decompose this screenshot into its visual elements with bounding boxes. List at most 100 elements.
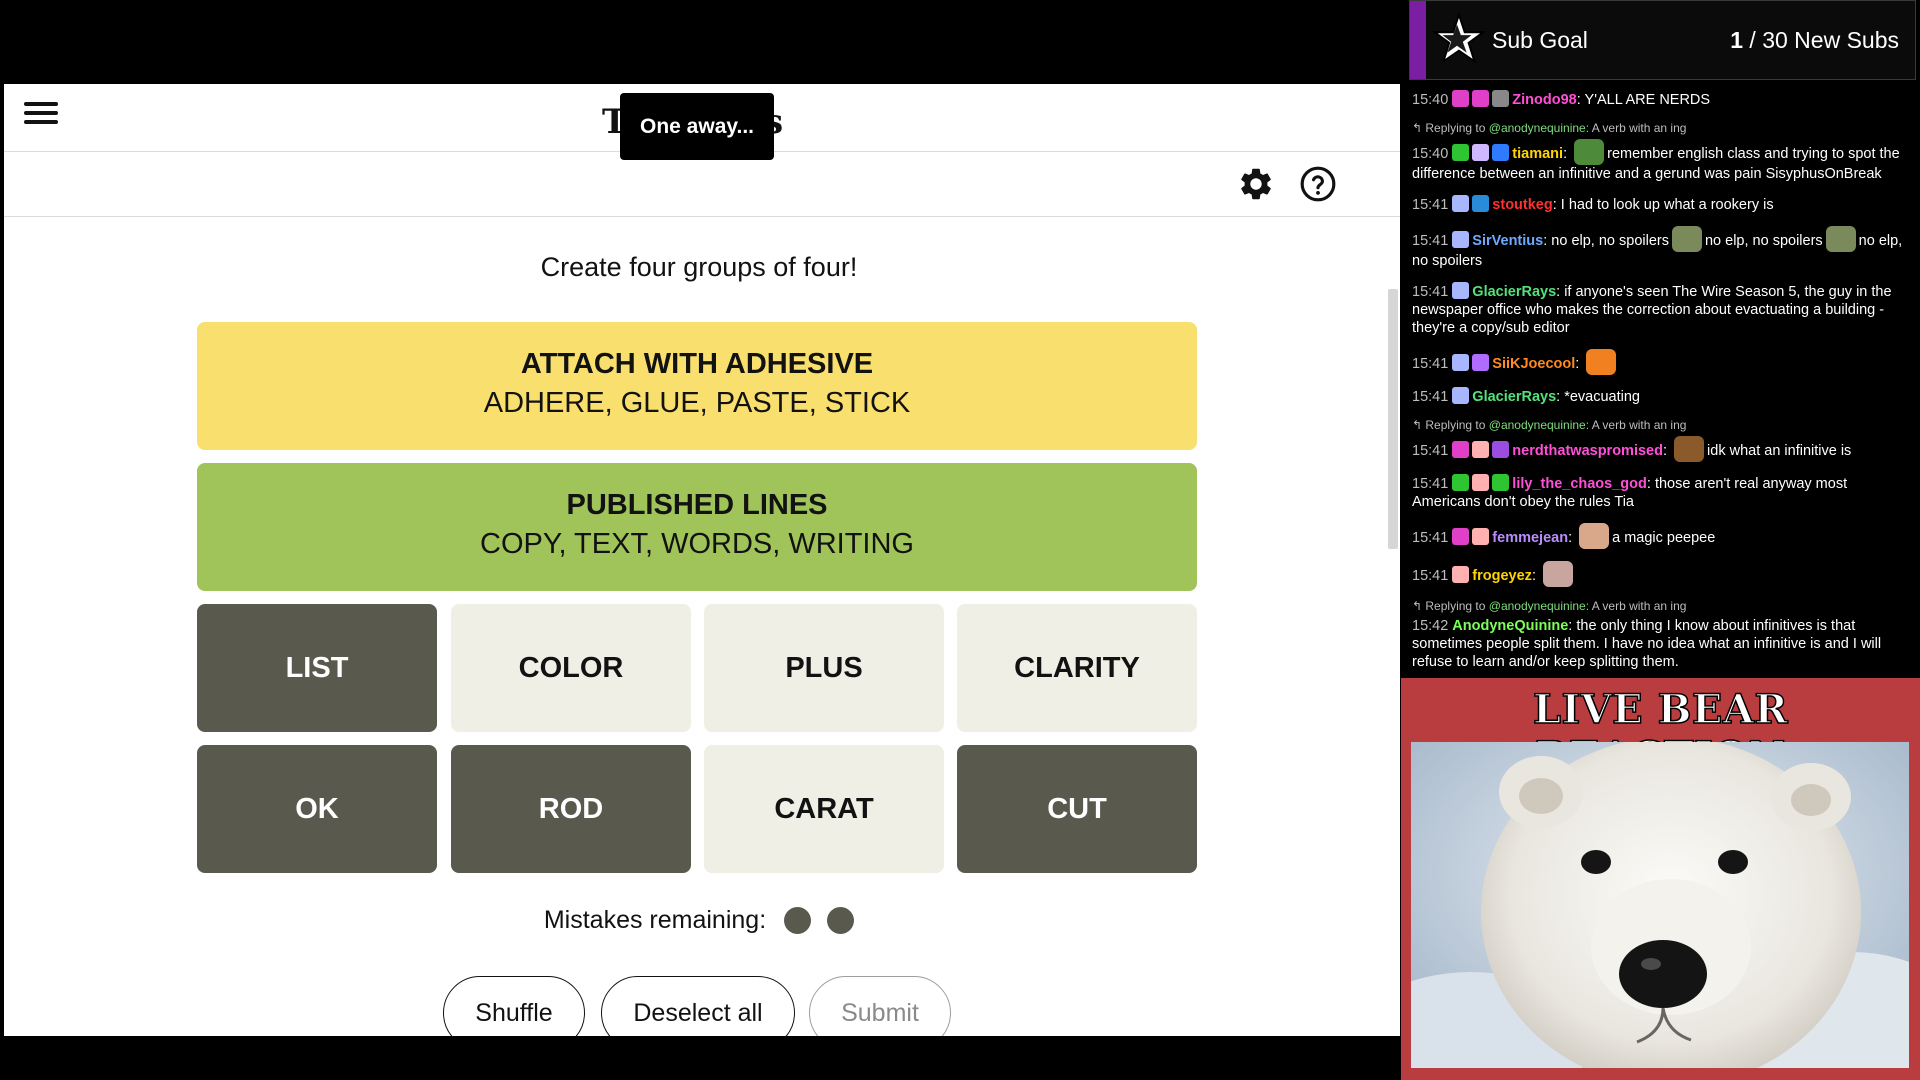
chat-emote-icon xyxy=(1574,139,1605,165)
word-tile[interactable]: OK xyxy=(197,745,437,873)
solved-group-category: PUBLISHED LINES xyxy=(566,489,828,521)
chat-reply-context: ↰ Replying to @anodynequinine: A verb wi… xyxy=(1412,599,1687,613)
word-tile[interactable]: PLUS xyxy=(704,604,944,732)
chat-badge-icon xyxy=(1452,387,1470,404)
chat-badge-icon xyxy=(1472,354,1490,371)
mistakes-label: Mistakes remaining: xyxy=(543,906,767,934)
chat-timestamp: 15:40 xyxy=(1412,92,1449,108)
chat-text: Y'ALL ARE NERDS xyxy=(1584,92,1711,108)
chat-message: 15:41 nerdthatwaspromised: idk what an in… xyxy=(1412,436,1912,462)
chat-username[interactable]: SiiKJoecool xyxy=(1492,356,1575,372)
one-away-toast: One away... xyxy=(620,93,774,160)
chat-badge-icon xyxy=(1452,282,1470,299)
word-tile[interactable]: CUT xyxy=(957,745,1197,873)
chat-badge-icon xyxy=(1452,195,1470,212)
chat-message: 15:41 GlacierRays: if anyone's seen The W… xyxy=(1412,282,1892,336)
chat-emote-icon xyxy=(1671,226,1702,252)
chat-timestamp: 15:41 xyxy=(1412,443,1449,459)
shuffle-button[interactable]: Shuffle xyxy=(443,976,585,1036)
chat-text: idk what an infinitive is xyxy=(1707,443,1852,459)
chat-reply-context: ↰ Replying to @anodynequinine: A verb wi… xyxy=(1412,121,1687,135)
chat-badge-icon xyxy=(1452,90,1470,107)
chat-timestamp: 15:41 xyxy=(1412,233,1449,249)
bear-reaction-panel: LIVE BEAR REACTION xyxy=(1401,678,1920,1080)
instruction-text: Create four groups of four! xyxy=(540,252,858,282)
hamburger-icon[interactable] xyxy=(24,100,58,132)
chat-text: no elp, no spoilers xyxy=(1704,233,1823,249)
chat-badge-icon xyxy=(1492,144,1510,161)
star-icon xyxy=(1431,11,1486,64)
chat-text: I had to look up what a rookery is xyxy=(1560,197,1774,213)
chat-username[interactable]: femmejean xyxy=(1492,530,1568,546)
chat-username[interactable]: tiamani xyxy=(1512,146,1563,162)
chat-badge-icon xyxy=(1472,144,1490,161)
chat-badge-icon xyxy=(1472,90,1490,107)
chat-message: 15:42 AnodyneQuinine: the only thing I kn… xyxy=(1412,618,1882,670)
chat-badge-icon xyxy=(1492,441,1510,458)
chat-username[interactable]: AnodyneQuinine xyxy=(1452,618,1568,634)
mistake-dot xyxy=(827,907,855,934)
chat-timestamp: 15:41 xyxy=(1412,197,1449,213)
chat-message-list: 15:40 Zinodo98: Y'ALL ARE NERDS ↰ Replying… xyxy=(1412,86,1912,676)
chat-timestamp: 15:42 xyxy=(1412,618,1449,634)
chat-timestamp: 15:41 xyxy=(1412,284,1449,300)
chat-username[interactable]: lily_the_chaos_god xyxy=(1512,476,1647,492)
submit-button[interactable]: Submit xyxy=(809,976,951,1036)
chat-username[interactable]: frogeyez xyxy=(1472,568,1532,584)
chat-message: 15:40 Zinodo98: Y'ALL ARE NERDS xyxy=(1412,90,1711,108)
chat-message: 15:41 frogeyez: xyxy=(1412,561,1912,587)
chat-message: 15:41 SiiKJoecool: xyxy=(1412,349,1912,375)
gear-icon[interactable] xyxy=(1237,165,1275,203)
chat-timestamp: 15:41 xyxy=(1412,568,1449,584)
chat-text: no elp, no spoilers xyxy=(1551,233,1669,249)
connections-game-window: T s One away... Create four groups of fo… xyxy=(4,84,1400,1036)
chat-timestamp: 15:41 xyxy=(1412,476,1449,492)
chat-username[interactable]: GlacierRays xyxy=(1472,389,1556,405)
chat-badge-icon xyxy=(1452,441,1470,458)
chat-message: 15:41 stoutkeg: I had to look up what a r… xyxy=(1412,195,1774,213)
chat-badge-icon xyxy=(1452,144,1470,161)
chat-text: *evacuating xyxy=(1564,389,1640,405)
chat-reply-context: ↰ Replying to @anodynequinine: A verb wi… xyxy=(1412,418,1687,432)
page-scrollbar[interactable] xyxy=(1388,289,1398,549)
chat-username[interactable]: Zinodo98 xyxy=(1512,92,1576,108)
chat-timestamp: 15:40 xyxy=(1412,146,1449,162)
chat-text: a magic peepee xyxy=(1612,530,1716,546)
word-tile[interactable]: COLOR xyxy=(451,604,691,732)
mistakes-dots xyxy=(784,907,855,934)
game-toolbar xyxy=(4,153,1400,217)
chat-badge-icon xyxy=(1452,354,1470,371)
chat-badge-icon xyxy=(1452,528,1470,545)
chat-username[interactable]: SirVentius xyxy=(1472,233,1543,249)
polar-bear-image xyxy=(1411,742,1909,1068)
chat-username[interactable]: nerdthatwaspromised xyxy=(1512,443,1663,459)
chat-username[interactable]: stoutkeg xyxy=(1492,197,1552,213)
word-tile[interactable]: ROD xyxy=(451,745,691,873)
deselect-all-button[interactable]: Deselect all xyxy=(601,976,795,1036)
chat-message: 15:41 femmejean: a magic peepee xyxy=(1412,523,1912,549)
word-tile[interactable]: LIST xyxy=(197,604,437,732)
word-tile[interactable]: CARAT xyxy=(704,745,944,873)
game-header: T s One away... xyxy=(4,84,1400,160)
chat-badge-icon xyxy=(1472,195,1490,212)
solved-group-category: ATTACH WITH ADHESIVE xyxy=(520,348,874,380)
chat-username[interactable]: GlacierRays xyxy=(1472,284,1556,300)
mistakes-remaining: Mistakes remaining: xyxy=(4,906,1394,935)
sub-goal-accent xyxy=(1410,1,1426,79)
chat-badge-icon xyxy=(1452,566,1470,583)
solved-group-words: ADHERE, GLUE, PASTE, STICK xyxy=(483,387,911,419)
stream-chat: 15:40 Zinodo98: Y'ALL ARE NERDS ↰ Replying… xyxy=(1404,84,1920,676)
chat-timestamp: 15:41 xyxy=(1412,389,1449,405)
chat-emote-icon xyxy=(1543,561,1573,587)
chat-message: 15:41 SirVentius: no elp, no spoilers no e… xyxy=(1412,226,1912,270)
chat-message: 15:40 tiamani: remember english class and… xyxy=(1412,139,1912,183)
word-tile[interactable]: CLARITY xyxy=(957,604,1197,732)
chat-emote-icon xyxy=(1586,349,1617,375)
question-circle-icon[interactable] xyxy=(1299,165,1337,203)
chat-badge-icon xyxy=(1492,90,1510,107)
chat-timestamp: 15:41 xyxy=(1412,530,1449,546)
solved-group-green: PUBLISHED LINES COPY, TEXT, WORDS, WRITI… xyxy=(197,463,1197,591)
solved-group-yellow: ATTACH WITH ADHESIVE ADHERE, GLUE, PASTE… xyxy=(197,322,1197,450)
sub-goal-label: Sub Goal xyxy=(1492,27,1588,53)
chat-badge-icon xyxy=(1472,474,1490,491)
